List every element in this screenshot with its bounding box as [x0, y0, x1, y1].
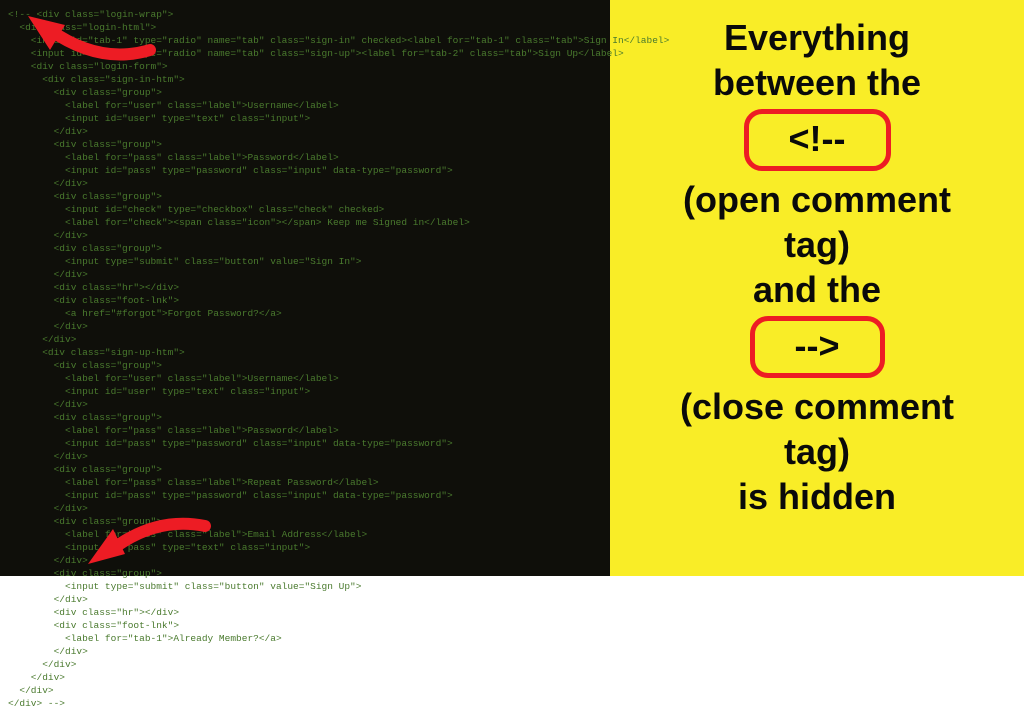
explain-line-8: is hidden — [738, 474, 896, 519]
close-comment-tag-box: --> — [750, 316, 885, 378]
explain-line-4: tag) — [784, 222, 850, 267]
explain-line-3: (open comment — [683, 177, 951, 222]
code-block: <!-- <div class="login-wrap"> <div class… — [8, 8, 610, 710]
explain-line-6: (close comment — [680, 384, 954, 429]
explain-line-7: tag) — [784, 429, 850, 474]
open-comment-tag-box: <!-- — [744, 109, 891, 171]
code-panel: <!-- <div class="login-wrap"> <div class… — [0, 0, 610, 576]
explanation-panel: Everything between the <!-- (open commen… — [610, 0, 1024, 576]
explain-line-1: Everything — [724, 15, 910, 60]
explain-line-5: and the — [753, 267, 881, 312]
explain-line-2: between the — [713, 60, 921, 105]
